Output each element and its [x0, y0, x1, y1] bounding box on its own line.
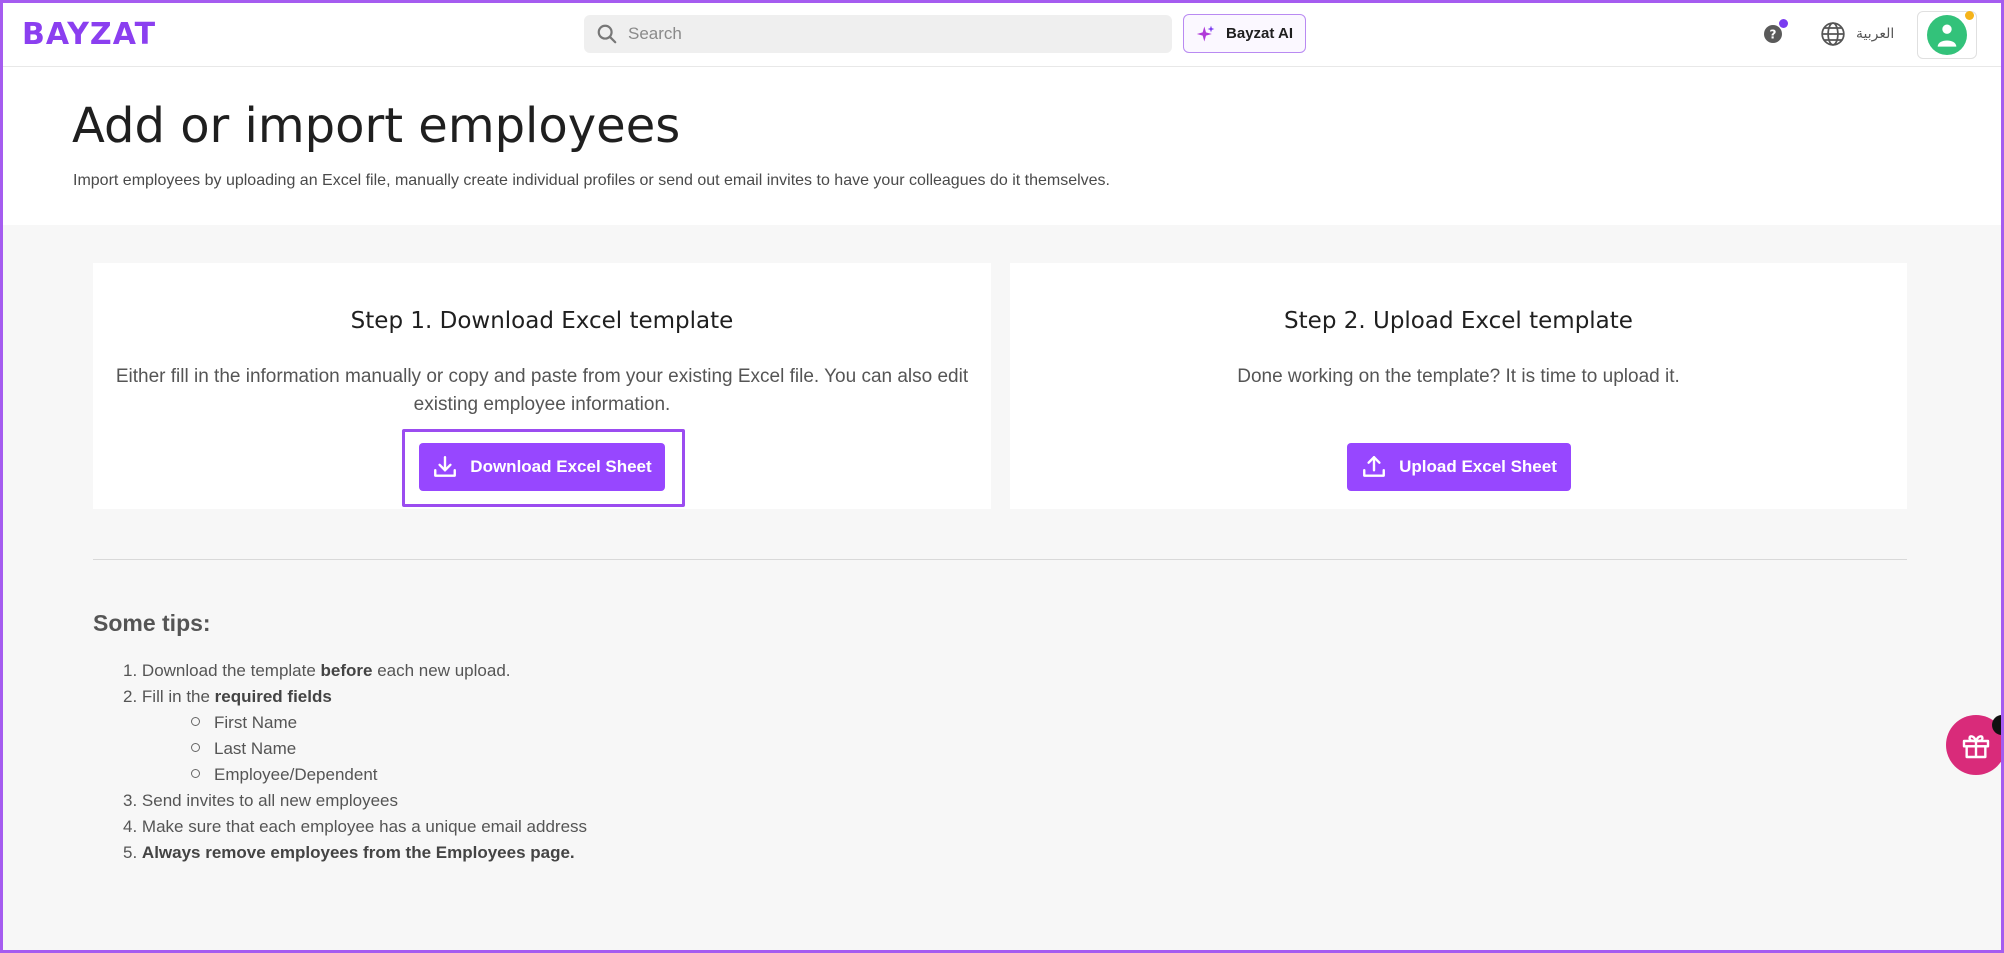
required-field-item: First Name [123, 710, 587, 736]
required-field-item: Employee/Dependent [123, 762, 587, 788]
tip-3-text: Send invites to all new employees [141, 791, 399, 810]
required-field-item: Last Name [123, 736, 587, 762]
gift-icon [1962, 735, 1990, 759]
upload-excel-label: Upload Excel Sheet [1399, 457, 1557, 476]
tip-5-number: 5. [123, 843, 138, 862]
globe-icon [1821, 22, 1845, 46]
tip-1-post: each new upload. [372, 661, 511, 680]
page-subtitle: Import employees by uploading an Excel f… [73, 172, 1110, 189]
tip-2-pre: Fill in the [141, 687, 215, 706]
tip-1-number: 1. [123, 661, 138, 680]
gift-button[interactable] [1946, 715, 2001, 775]
language-label: العربية [1856, 26, 1895, 42]
bayzat-logo[interactable]: BAYZAT [22, 17, 156, 52]
required-field-label: First Name [214, 713, 298, 732]
required-field-label: Last Name [214, 739, 297, 758]
tips-title: Some tips: [93, 610, 211, 636]
bayzat-ai-button[interactable]: Bayzat AI [1183, 14, 1306, 53]
tip-1-pre: Download the template [141, 661, 321, 680]
required-field-label: Employee/Dependent [214, 765, 378, 784]
bullet [191, 743, 200, 753]
avatar-status-dot [1965, 11, 1974, 20]
upload-icon [1363, 456, 1386, 477]
search-icon [597, 24, 617, 44]
tip-4-text: Make sure that each employee has a uniqu… [141, 817, 588, 836]
gift-notification-dot [1992, 715, 2001, 735]
svg-text:?: ? [1770, 28, 1777, 42]
avatar [1927, 15, 1967, 55]
step2-card: Step 2. Upload Excel template Done worki… [1010, 263, 1907, 509]
tips-list: 1. Download the template before each new… [123, 658, 587, 866]
step1-card: Step 1. Download Excel template Either f… [93, 263, 991, 509]
step2-title: Step 2. Upload Excel template [1284, 308, 1633, 334]
tip-5-bold: Always remove employees from the Employe… [141, 843, 575, 862]
page-title: Add or import employees [72, 98, 681, 154]
bayzat-ai-label: Bayzat AI [1226, 25, 1293, 42]
app-frame: BAYZAT Bayzat AI ? [0, 0, 2004, 953]
tip-3: 3. Send invites to all new employees [123, 788, 587, 814]
search-input[interactable] [628, 24, 1148, 44]
search-box[interactable] [584, 15, 1172, 53]
language-switch[interactable]: العربية [1820, 20, 1894, 48]
bullet [191, 769, 200, 779]
tip-2-bold: required fields [214, 687, 332, 706]
tip-2: 2. Fill in the required fields [123, 684, 587, 710]
tip-4: 4. Make sure that each employee has a un… [123, 814, 587, 840]
download-excel-label: Download Excel Sheet [470, 457, 652, 476]
tip-4-number: 4. [123, 817, 138, 836]
step1-description: Either fill in the information manually … [115, 366, 969, 415]
avatar-icon [1937, 24, 1957, 47]
tip-3-number: 3. [123, 791, 138, 810]
tip-2-number: 2. [123, 687, 138, 706]
top-bar: BAYZAT Bayzat AI ? [3, 3, 2001, 67]
step2-description: Done working on the template? It is time… [1237, 366, 1680, 387]
help-button[interactable]: ? [1763, 19, 1788, 44]
section-divider [93, 559, 1907, 560]
main-content: Step 1. Download Excel template Either f… [3, 225, 2001, 950]
upload-excel-button[interactable]: Upload Excel Sheet [1347, 443, 1571, 491]
download-icon [434, 456, 457, 477]
tip-5: 5. Always remove employees from the Empl… [123, 840, 587, 866]
tip-1-bold: before [320, 661, 373, 680]
step1-title: Step 1. Download Excel template [350, 308, 734, 334]
page-header: Add or import employees Import employees… [3, 68, 2001, 225]
download-excel-button[interactable]: Download Excel Sheet [419, 443, 665, 491]
sparkle-icon [1196, 25, 1215, 41]
help-notification-dot [1779, 19, 1788, 28]
user-menu[interactable] [1917, 11, 1977, 59]
tip-1: 1. Download the template before each new… [123, 658, 587, 684]
bullet [191, 717, 200, 727]
